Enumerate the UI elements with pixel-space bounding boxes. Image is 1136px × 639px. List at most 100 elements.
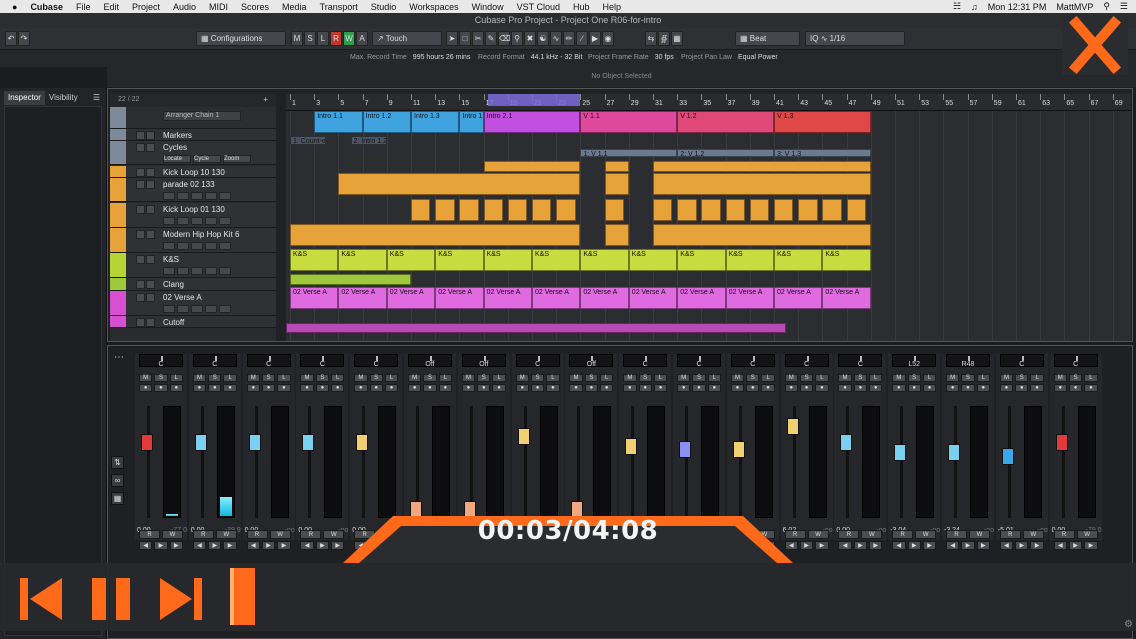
edit-icon[interactable]: ● — [761, 384, 775, 392]
verse-event[interactable]: 02 Verse A — [580, 287, 629, 309]
solo-button[interactable] — [146, 255, 155, 264]
menu-edit[interactable]: Edit — [103, 2, 119, 12]
audio-event[interactable] — [604, 161, 629, 172]
edit-icon[interactable]: ● — [1030, 384, 1044, 392]
menu-workspaces[interactable]: Workspaces — [409, 2, 458, 12]
pan-knob[interactable]: C — [300, 354, 345, 368]
verse-event[interactable]: 02 Verse A — [822, 287, 871, 309]
zoom-tool-icon[interactable]: ⚲ — [511, 31, 523, 46]
split-tool-icon[interactable]: ✂ — [472, 31, 484, 46]
menu-file[interactable]: File — [76, 2, 91, 12]
skip-back-button[interactable] — [18, 576, 64, 622]
channel-write-button[interactable]: W — [969, 530, 990, 539]
channel-mute-button[interactable]: M — [999, 374, 1014, 382]
channel-listen-button[interactable]: L — [707, 374, 721, 382]
pan-knob[interactable]: C — [730, 354, 775, 368]
mute-button[interactable] — [136, 230, 145, 239]
ks-event[interactable]: K&S — [338, 249, 387, 271]
edit-icon[interactable]: ● — [869, 384, 883, 392]
pan-knob[interactable]: C — [784, 354, 829, 368]
rewind-icon[interactable]: ◀ — [139, 541, 153, 550]
menu-audio[interactable]: Audio — [173, 2, 196, 12]
solo-button[interactable] — [146, 180, 155, 189]
verse-event[interactable]: 02 Verse A — [435, 287, 484, 309]
mute-button[interactable] — [136, 255, 145, 264]
mute-button[interactable] — [136, 318, 145, 327]
edit-icon[interactable]: ● — [653, 384, 668, 392]
record-icon[interactable]: ● — [799, 384, 814, 392]
rewind-icon[interactable]: ◀ — [192, 541, 207, 550]
audio-event[interactable] — [701, 199, 721, 221]
fader-cap[interactable] — [141, 434, 153, 451]
fader-cap[interactable] — [248, 434, 261, 451]
channel-write-button[interactable]: W — [162, 530, 183, 539]
channel-mute-button[interactable]: M — [300, 374, 314, 382]
track-row[interactable]: Kick Loop 01 130 — [110, 203, 276, 228]
rewind-icon[interactable]: ◀ — [300, 541, 314, 550]
write-button[interactable] — [177, 242, 189, 250]
channel-read-button[interactable]: R — [300, 530, 322, 539]
channel-mute-button[interactable]: M — [408, 374, 422, 382]
monitor-icon[interactable]: ● — [677, 384, 691, 392]
arranger-event[interactable]: Intro 2.1 — [483, 111, 581, 133]
audio-event[interactable] — [846, 199, 866, 221]
channel-write-button[interactable]: W — [323, 530, 345, 539]
audio-event[interactable] — [653, 199, 673, 221]
menu-studio[interactable]: Studio — [371, 2, 397, 12]
marker-event[interactable]: 1: Count-off — [290, 136, 327, 145]
add-track-icon[interactable]: + — [263, 95, 268, 104]
pan-knob[interactable]: L52 — [892, 354, 937, 368]
play-icon[interactable]: ▶ — [154, 541, 168, 550]
arranger-track[interactable]: Arranger Chain 1 — [110, 107, 276, 129]
channel-mute-button[interactable]: M — [784, 374, 798, 382]
channel-listen-button[interactable]: L — [976, 374, 990, 382]
pan-knob[interactable]: C — [623, 354, 668, 368]
automation-mode-select[interactable]: ↗ Touch — [372, 31, 442, 46]
mixer-menu-icon[interactable]: ⋯ — [114, 352, 124, 363]
edit-icon[interactable]: ● — [492, 384, 506, 392]
cycle-marker[interactable]: 3: V 1.3 — [774, 149, 871, 157]
audio-event[interactable] — [653, 173, 871, 195]
link-icon[interactable]: ∞ — [111, 474, 124, 487]
forward-icon[interactable]: ▶ — [277, 541, 291, 550]
fader-cap[interactable] — [840, 434, 853, 451]
audio-event[interactable] — [653, 161, 871, 172]
monitor-icon[interactable]: ● — [408, 384, 422, 392]
audio-event[interactable] — [677, 199, 697, 221]
channel-mute-button[interactable]: M — [192, 374, 207, 382]
cycle-zoom-button[interactable]: Zoom — [223, 155, 251, 163]
draw-tool-icon[interactable]: ✏ — [563, 31, 575, 46]
channel-solo-button[interactable]: S — [692, 374, 706, 382]
record-icon[interactable]: ● — [638, 384, 652, 392]
monitor-icon[interactable]: ● — [192, 384, 207, 392]
cycle-marker[interactable]: 1: V 1.1 — [580, 149, 678, 157]
channel-read-button[interactable]: R — [946, 530, 967, 539]
wifi-icon[interactable]: ☵ — [953, 1, 961, 12]
ks-event[interactable]: K&S — [580, 249, 629, 271]
autoscroll-icon[interactable]: ⇆ — [645, 31, 657, 46]
automation-event[interactable] — [286, 323, 787, 333]
channel-solo-button[interactable]: S — [1015, 374, 1029, 382]
channel-solo-button[interactable]: S — [1068, 374, 1083, 382]
clang-event[interactable] — [290, 274, 411, 285]
track-row[interactable]: 02 Verse A — [110, 291, 276, 316]
record-icon[interactable]: ● — [261, 384, 276, 392]
record-icon[interactable]: ● — [477, 384, 491, 392]
channel-listen-button[interactable]: L — [1030, 374, 1044, 382]
record-icon[interactable]: ● — [423, 384, 437, 392]
channel-mute-button[interactable]: M — [730, 374, 745, 382]
monitor-icon[interactable]: ● — [246, 384, 260, 392]
menu-scores[interactable]: Scores — [241, 2, 269, 12]
channel-mute-button[interactable]: M — [139, 374, 153, 382]
verse-event[interactable]: 02 Verse A — [628, 287, 678, 309]
pan-knob[interactable]: C — [838, 354, 883, 368]
monitor-button[interactable] — [191, 267, 203, 275]
pan-knob[interactable]: R48 — [946, 354, 990, 368]
mute-tool-icon[interactable]: ✖ — [524, 31, 536, 46]
progress-playhead[interactable] — [230, 568, 234, 625]
audio-event[interactable] — [798, 199, 818, 221]
track-row[interactable]: Clang — [110, 278, 276, 291]
cycle-marker[interactable]: 2: V 1.2 — [677, 149, 774, 157]
mute-button[interactable] — [136, 293, 145, 302]
undo-icon[interactable]: ↶ — [5, 31, 17, 46]
